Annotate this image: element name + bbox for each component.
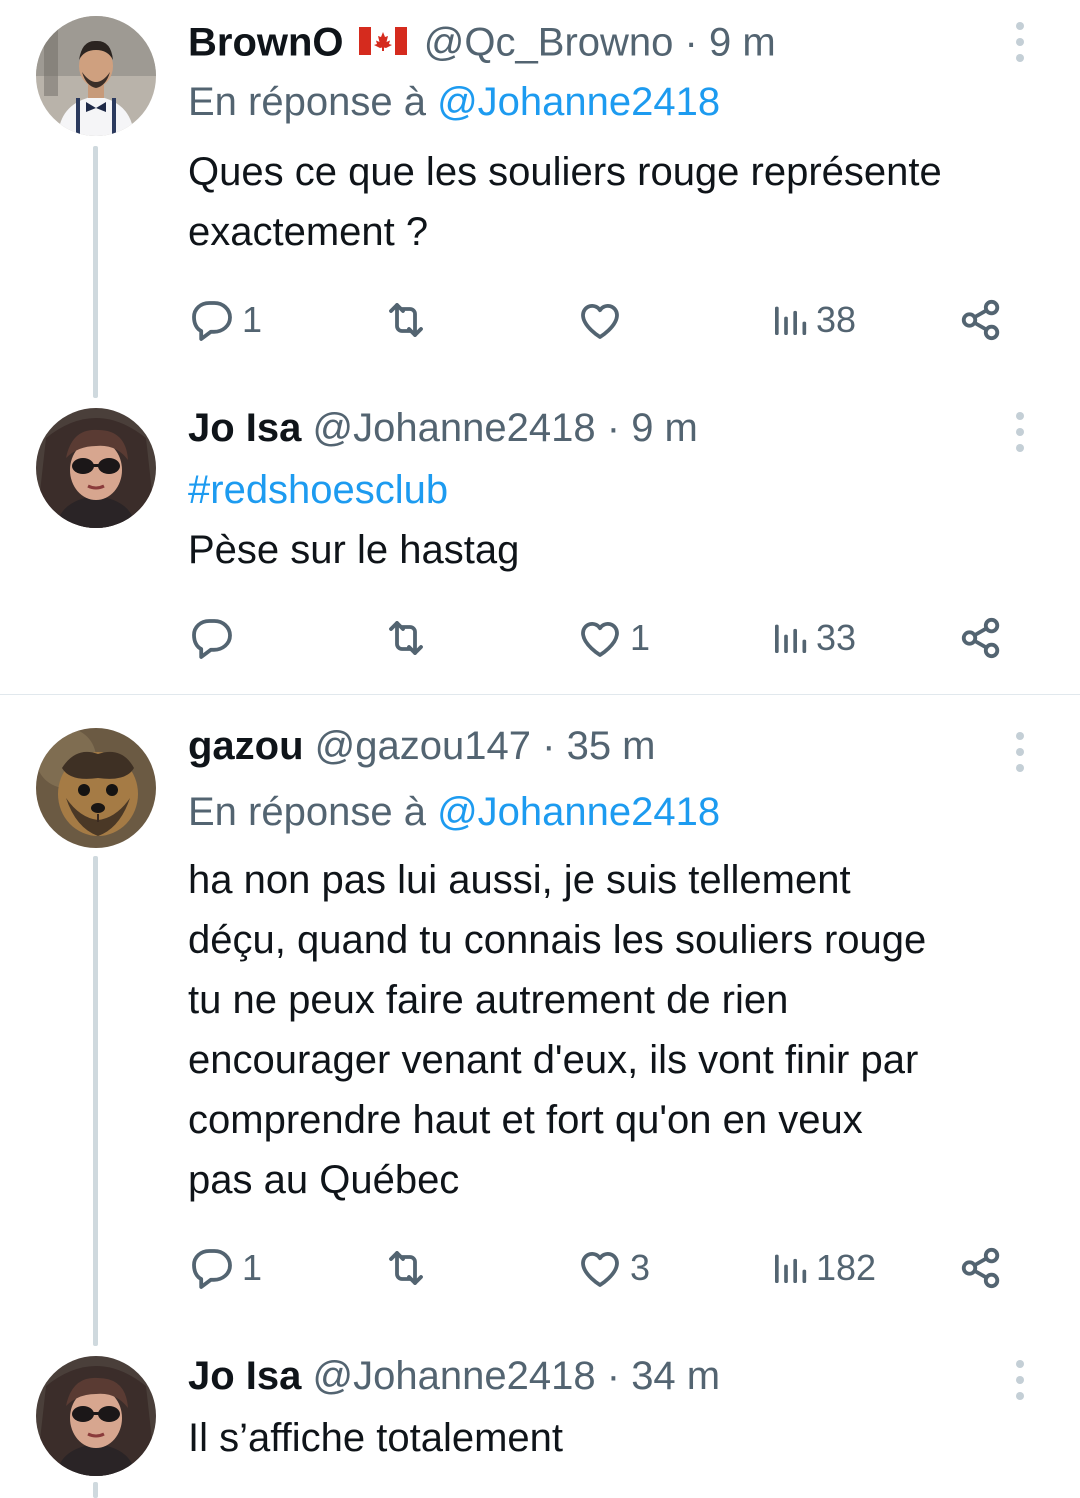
user-handle[interactable]: @Qc_Browno <box>424 21 674 65</box>
separator-dot: · <box>606 406 621 450</box>
display-name[interactable]: Jo Isa <box>188 406 301 450</box>
reply-button[interactable] <box>188 608 236 668</box>
retweet-icon <box>382 296 430 344</box>
avatar[interactable] <box>36 1356 156 1476</box>
like-button[interactable]: 1 <box>576 608 650 668</box>
timestamp[interactable]: 9 m <box>709 21 776 65</box>
heart-icon <box>576 614 624 662</box>
tweet-header: Jo Isa @Johanne2418 · 34 m <box>188 1350 720 1402</box>
timestamp[interactable]: 35 m <box>567 724 656 768</box>
view-count: 38 <box>816 299 857 340</box>
heart-icon <box>576 1244 624 1292</box>
timestamp[interactable]: 9 m <box>631 406 698 450</box>
text-line: pas au Québec <box>188 1158 460 1202</box>
retweet-button[interactable] <box>382 608 430 668</box>
reply-icon <box>188 296 236 344</box>
avatar[interactable] <box>36 728 156 848</box>
tweet-text: #redshoesclub Pèse sur le hastag <box>188 460 1058 580</box>
share-icon <box>958 615 1004 661</box>
reply-icon <box>188 1244 236 1292</box>
tweet-header: gazou @gazou147 · 35 m <box>188 720 656 772</box>
text-line: tu ne peux faire autrement de rien <box>188 978 789 1022</box>
retweet-icon <box>382 1244 430 1292</box>
views-icon <box>770 1248 810 1288</box>
reply-handle-link[interactable]: @Johanne2418 <box>437 790 720 834</box>
like-button[interactable]: 3 <box>576 1238 650 1298</box>
text-line: Pèse sur le hastag <box>188 528 520 572</box>
display-name[interactable]: Jo Isa <box>188 1354 301 1398</box>
action-bar: 1 38 <box>188 290 1018 350</box>
more-options-icon[interactable] <box>1010 18 1030 66</box>
views-icon <box>770 300 810 340</box>
views-button[interactable]: 182 <box>770 1238 876 1298</box>
display-name[interactable]: gazou <box>188 724 304 768</box>
text-line: encourager venant d'eux, ils vont finir … <box>188 1038 919 1082</box>
tweet[interactable]: BrownO @Qc_Browno · 9 m En réponse à @Jo… <box>0 0 1080 392</box>
tweet-text: ha non pas lui aussi, je suis tellement … <box>188 850 1058 1210</box>
tweet-header: BrownO @Qc_Browno · 9 m <box>188 16 776 74</box>
retweet-button[interactable] <box>382 290 430 350</box>
user-handle[interactable]: @Johanne2418 <box>313 406 596 450</box>
separator-dot: · <box>684 20 698 65</box>
user-handle[interactable]: @Johanne2418 <box>313 1354 596 1398</box>
thread-divider <box>0 694 1080 695</box>
like-count: 3 <box>630 1247 651 1288</box>
reply-context: En réponse à @Johanne2418 <box>188 786 720 838</box>
display-name[interactable]: BrownO <box>188 21 344 65</box>
share-button[interactable] <box>958 1238 1004 1298</box>
like-button[interactable] <box>576 290 624 350</box>
text-line: déçu, quand tu connais les souliers roug… <box>188 918 927 962</box>
text-line: comprendre haut et fort qu'on en veux <box>188 1098 863 1142</box>
text-line: ha non pas lui aussi, je suis tellement <box>188 858 851 902</box>
more-options-icon[interactable] <box>1010 1356 1030 1404</box>
reply-context: En réponse à @Johanne2418 <box>188 76 720 128</box>
text-line: Ques ce que les souliers rouge représent… <box>188 150 942 194</box>
tweet-text: Ques ce que les souliers rouge représent… <box>188 142 1058 262</box>
action-bar: 1 33 <box>188 608 1018 668</box>
view-count: 33 <box>816 617 857 658</box>
views-button[interactable]: 33 <box>770 608 856 668</box>
reply-count: 1 <box>242 299 263 340</box>
reply-count: 1 <box>242 1247 263 1288</box>
reply-prefix: En réponse à <box>188 80 426 124</box>
more-options-icon[interactable] <box>1010 728 1030 776</box>
retweet-icon <box>382 614 430 662</box>
views-icon <box>770 618 810 658</box>
more-options-icon[interactable] <box>1010 408 1030 456</box>
reply-icon <box>188 614 236 662</box>
canada-flag-icon <box>358 16 407 68</box>
heart-icon <box>576 296 624 344</box>
separator-dot: · <box>542 724 556 768</box>
tweet-text: Il s’affiche totalement <box>188 1408 1058 1468</box>
reply-handle-link[interactable]: @Johanne2418 <box>437 80 720 124</box>
retweet-button[interactable] <box>382 1238 430 1298</box>
share-button[interactable] <box>958 290 1004 350</box>
text-line: exactement ? <box>188 210 429 254</box>
tweet[interactable]: Jo Isa @Johanne2418 · 9 m #redshoesclub … <box>0 392 1080 694</box>
view-count: 182 <box>816 1247 877 1288</box>
thread-line <box>93 1482 98 1498</box>
share-icon <box>958 297 1004 343</box>
tweet-header: Jo Isa @Johanne2418 · 9 m <box>188 402 698 454</box>
avatar[interactable] <box>36 408 156 528</box>
tweet[interactable]: gazou @gazou147 · 35 m En réponse à @Joh… <box>0 706 1080 1338</box>
user-handle[interactable]: @gazou147 <box>315 724 531 768</box>
tweet[interactable]: Jo Isa @Johanne2418 · 34 m Il s’affiche … <box>0 1338 1080 1498</box>
text-line: Il s’affiche totalement <box>188 1416 564 1460</box>
reply-prefix: En réponse à <box>188 790 426 834</box>
share-button[interactable] <box>958 608 1004 668</box>
hashtag-link[interactable]: #redshoesclub <box>188 460 1058 520</box>
reply-button[interactable]: 1 <box>188 1238 262 1298</box>
share-icon <box>958 1245 1004 1291</box>
reply-button[interactable]: 1 <box>188 290 262 350</box>
like-count: 1 <box>630 617 651 658</box>
avatar[interactable] <box>36 16 156 136</box>
separator-dot: · <box>606 1354 621 1398</box>
action-bar: 1 3 182 <box>188 1238 1018 1298</box>
views-button[interactable]: 38 <box>770 290 856 350</box>
timestamp[interactable]: 34 m <box>631 1354 720 1398</box>
